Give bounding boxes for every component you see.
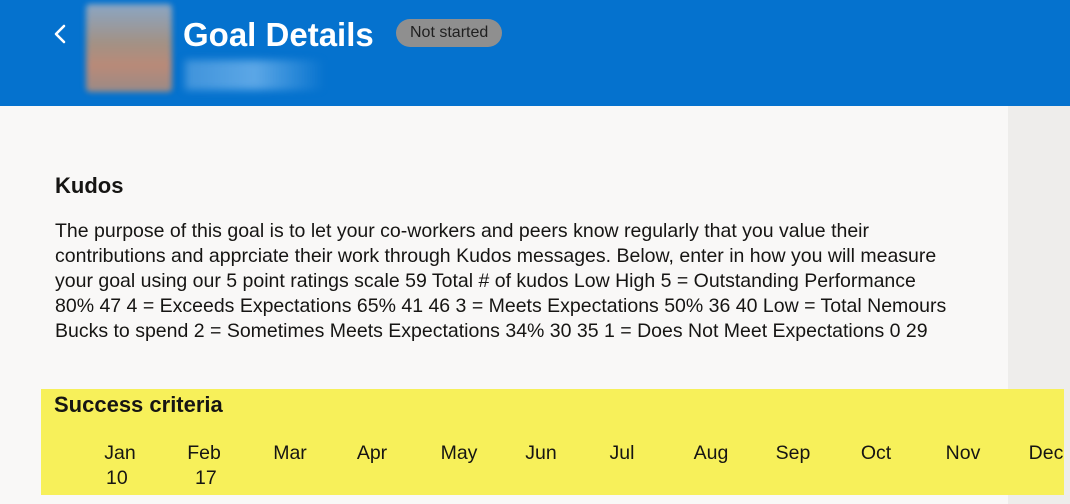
month-label: Jan [104,442,136,464]
month-label: May [440,442,478,464]
month-column-sep: Sep [753,441,833,466]
avatar [86,4,172,92]
month-label: Apr [356,442,388,464]
month-column-oct: Oct [836,441,916,466]
month-label: Oct [860,442,892,464]
status-badge: Not started [396,19,503,47]
month-label: Nov [945,442,981,464]
month-column-mar: Mar [250,441,330,466]
goal-name: Kudos [55,173,124,198]
month-column-jan: Jan 10 [80,441,160,491]
month-value: 10 [106,467,128,489]
month-label: Sep [775,442,811,464]
month-column-jun: Jun [501,441,581,466]
page-title: Goal Details [183,16,374,53]
month-column-nov: Nov [923,441,1003,466]
month-column-aug: Aug [671,441,751,466]
month-label: Jul [609,442,635,464]
month-label: Mar [273,442,307,464]
month-column-apr: Apr [332,441,412,466]
month-column-may: May [419,441,499,466]
month-column-dec: Dec [1006,441,1070,466]
back-button[interactable] [50,20,74,48]
goal-description: The purpose of this goal is to let your … [55,220,947,342]
month-label: Feb [187,442,221,464]
success-criteria-label: Success criteria [54,392,223,417]
month-column-feb: Feb 17 [164,441,244,491]
month-label: Jun [525,442,557,464]
month-column-jul: Jul [582,441,662,466]
month-label: Aug [693,442,729,464]
employee-name-redacted [185,60,325,90]
month-value: 17 [195,467,217,489]
page-header: Goal Details Not started [0,0,1070,106]
month-label: Dec [1028,442,1064,464]
chevron-left-icon [54,24,66,44]
